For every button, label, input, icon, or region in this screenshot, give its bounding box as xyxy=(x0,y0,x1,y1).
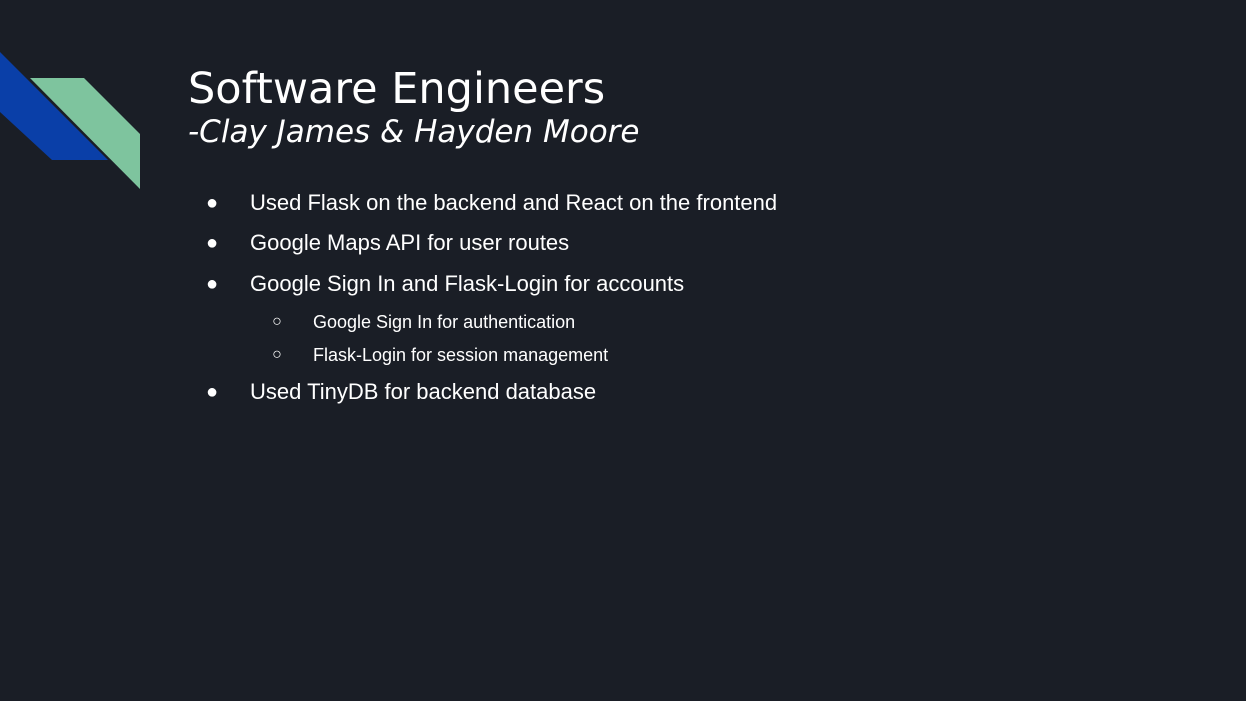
bullet-item: ● Google Maps API for user routes xyxy=(206,228,570,258)
sub-bullet-item: ○ Flask-Login for session management xyxy=(272,342,609,368)
sub-bullet-marker: ○ xyxy=(272,313,282,330)
bullet-text: Used TinyDB for backend database xyxy=(250,379,597,404)
bullet-text: Google Sign In and Flask-Login for accou… xyxy=(250,271,685,296)
sub-bullet-item: ○ Google Sign In for authentication xyxy=(272,309,576,335)
bullet-marker: ● xyxy=(205,192,219,214)
bullet-item: ● Used Flask on the backend and React on… xyxy=(206,188,778,218)
bullet-marker: ● xyxy=(205,381,219,403)
bullet-list: ● Used Flask on the backend and React on… xyxy=(0,0,1246,701)
sub-bullet-text: Google Sign In for authentication xyxy=(313,312,576,332)
slide: Software Engineers -Clay James & Hayden … xyxy=(0,0,1246,701)
sub-bullet-marker: ○ xyxy=(272,346,282,363)
bullet-text: Google Maps API for user routes xyxy=(250,230,570,255)
sub-bullet-text: Flask-Login for session management xyxy=(313,345,609,365)
bullet-item: ● Google Sign In and Flask-Login for acc… xyxy=(206,269,685,299)
bullet-marker: ● xyxy=(205,232,219,254)
bullet-marker: ● xyxy=(205,273,219,295)
bullet-item: ● Used TinyDB for backend database xyxy=(206,377,597,407)
bullet-text: Used Flask on the backend and React on t… xyxy=(250,190,778,215)
